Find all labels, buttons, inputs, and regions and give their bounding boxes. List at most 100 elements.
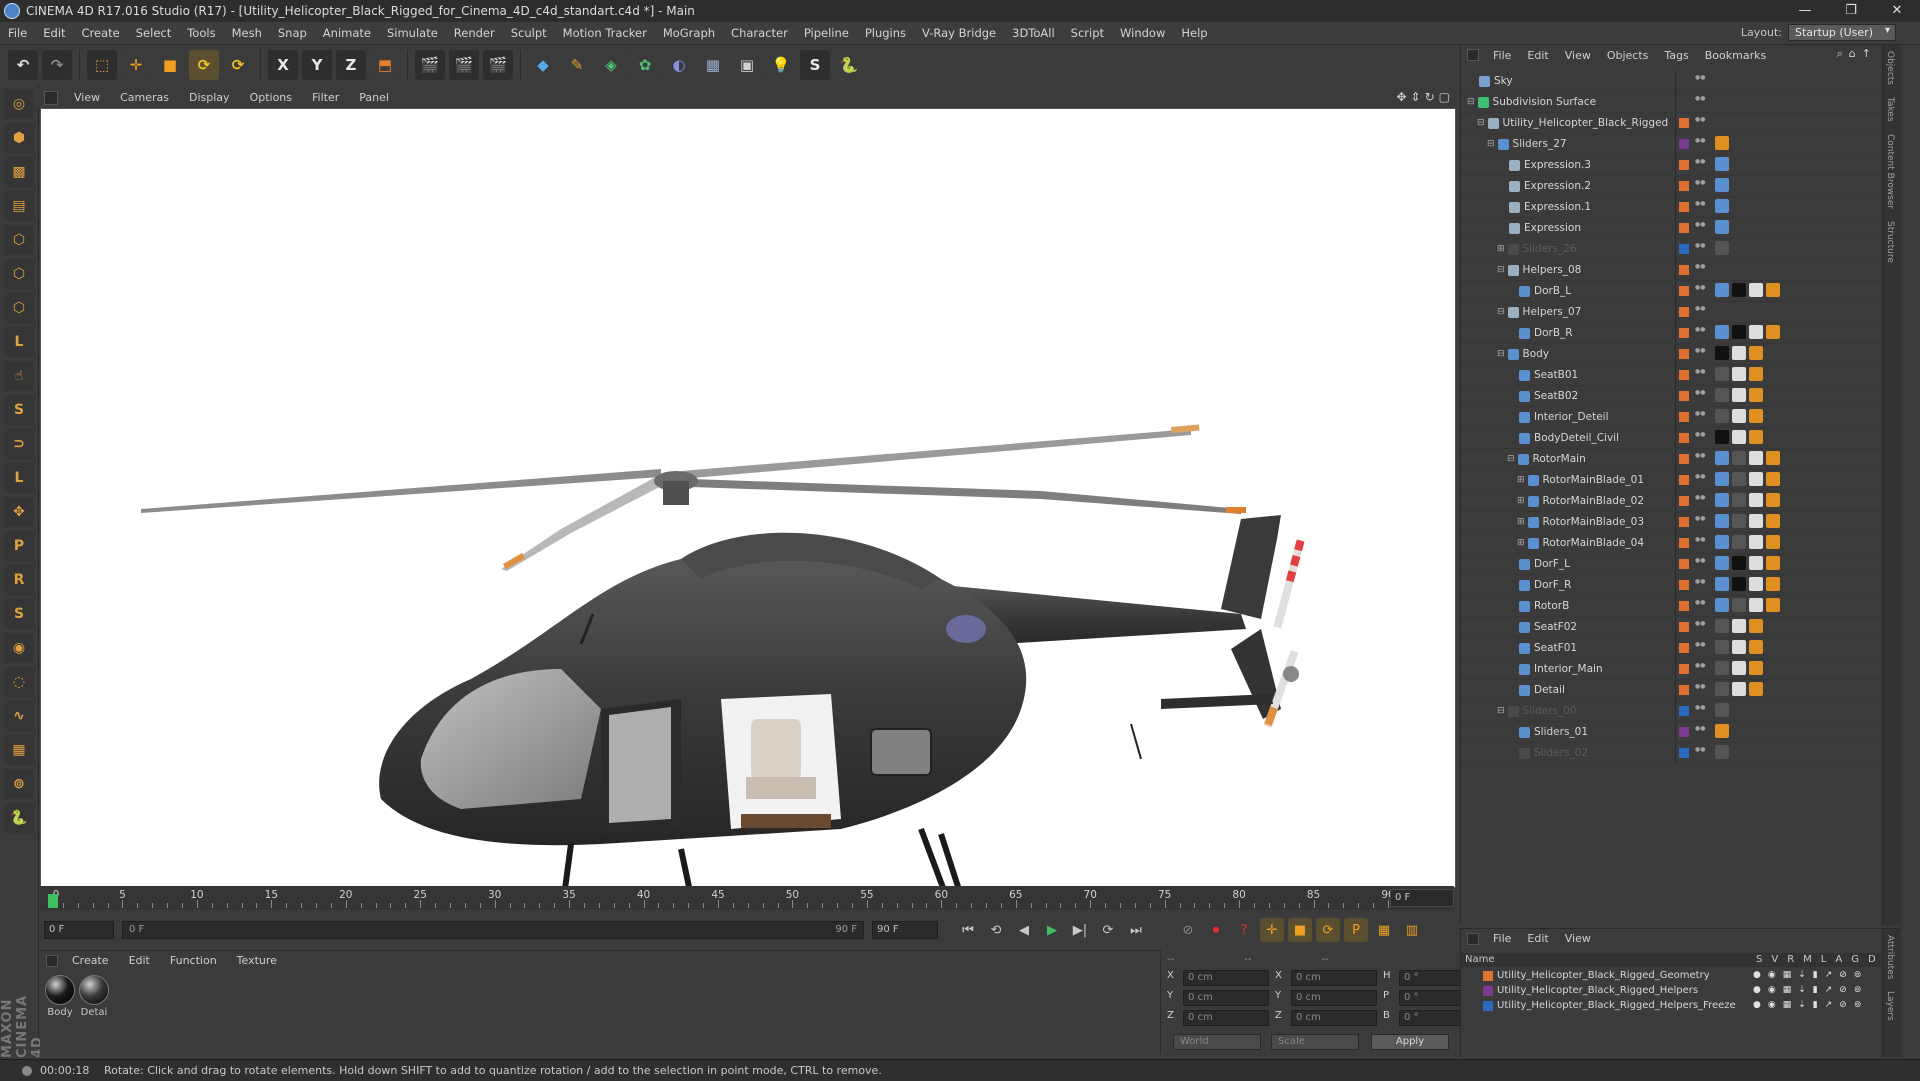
go-to-end-icon[interactable]: ⏭: [1124, 918, 1148, 942]
layout-select[interactable]: Startup (User): [1788, 24, 1896, 41]
dock-tab-layers[interactable]: Layers: [1883, 985, 1897, 1027]
play-forward-icon[interactable]: ▶: [1040, 918, 1064, 942]
render-settings-icon[interactable]: 🎬: [483, 50, 513, 80]
light-icon[interactable]: 💡: [766, 50, 796, 80]
visibility-dots-icon[interactable]: ●●: [1695, 389, 1705, 396]
coordinate-field[interactable]: 0 cm: [1291, 1010, 1377, 1026]
tag-icon[interactable]: [1732, 325, 1746, 339]
material-menu-texture[interactable]: Texture: [227, 951, 287, 971]
tag-icon[interactable]: [1715, 199, 1729, 213]
tag-icon[interactable]: [1749, 430, 1763, 444]
visibility-dots-icon[interactable]: ●●: [1695, 95, 1705, 102]
tag-icon[interactable]: [1715, 178, 1729, 192]
expand-toggle-icon[interactable]: ⊟: [1497, 349, 1505, 359]
go-to-previous-key-icon[interactable]: ⟲: [984, 918, 1008, 942]
playhead-marker[interactable]: [48, 894, 58, 908]
viewport-handle-icon[interactable]: [44, 91, 58, 105]
scale-mode-select[interactable]: Scale: [1271, 1034, 1359, 1050]
tag-icon[interactable]: [1715, 745, 1729, 759]
visibility-dots-icon[interactable]: ●●: [1695, 431, 1705, 438]
object-row[interactable]: Sliders_02 ●●: [1461, 743, 1901, 764]
record-active-objects-icon[interactable]: ⏺: [1204, 918, 1228, 942]
layer-color-swatch[interactable]: [1483, 986, 1493, 996]
layer-flag-icon[interactable]: ▮: [1813, 970, 1818, 980]
sculpt-flatten-icon[interactable]: ◌: [4, 667, 34, 697]
layer-flag-icon[interactable]: ↗: [1825, 970, 1833, 980]
next-frame-icon[interactable]: ▶|: [1068, 918, 1092, 942]
tag-icon[interactable]: [1766, 598, 1780, 612]
tag-icon[interactable]: [1749, 388, 1763, 402]
layer-color-swatch[interactable]: [1679, 118, 1689, 128]
layer-flag-icon[interactable]: ⊚: [1854, 1000, 1862, 1010]
key-scale-icon[interactable]: ■: [1288, 918, 1312, 942]
redo-icon[interactable]: ↷: [42, 50, 72, 80]
layer-row[interactable]: Utility_Helicopter_Black_Rigged_Helpers ●…: [1461, 984, 1881, 999]
tag-icon[interactable]: [1715, 430, 1729, 444]
home-icon[interactable]: ⌂: [1849, 47, 1856, 61]
layer-flag-icon[interactable]: ▮: [1813, 1000, 1818, 1010]
layer-color-swatch[interactable]: [1679, 685, 1689, 695]
layer-color-swatch[interactable]: [1679, 517, 1689, 527]
dock-tab-takes[interactable]: Takes: [1883, 91, 1897, 128]
visibility-dots-icon[interactable]: ●●: [1695, 284, 1705, 291]
layer-color-swatch[interactable]: [1679, 727, 1689, 737]
object-row[interactable]: Detail ●●: [1461, 680, 1901, 701]
layer-color-swatch[interactable]: [1679, 139, 1689, 149]
tag-icon[interactable]: [1715, 409, 1729, 423]
tag-icon[interactable]: [1715, 493, 1729, 507]
snap-icon[interactable]: S: [4, 395, 34, 425]
visibility-dots-icon[interactable]: ●●: [1695, 494, 1705, 501]
make-editable-icon[interactable]: ◎: [4, 89, 34, 119]
layer-color-swatch[interactable]: [1679, 538, 1689, 548]
tag-icon[interactable]: [1732, 682, 1746, 696]
tag-icon[interactable]: [1766, 325, 1780, 339]
expand-toggle-icon[interactable]: ⊟: [1497, 265, 1505, 275]
x-axis-lock[interactable]: X: [268, 50, 298, 80]
material-menu-edit[interactable]: Edit: [119, 951, 160, 971]
layer-flag-icon[interactable]: ⊚: [1854, 970, 1862, 980]
polygons-mode-icon[interactable]: ⬡: [4, 293, 34, 323]
layer-color-swatch[interactable]: [1679, 223, 1689, 233]
cloner-icon[interactable]: ✿: [630, 50, 660, 80]
viewport-menu-view[interactable]: View: [64, 88, 110, 108]
sculpt-pull-icon[interactable]: P: [4, 531, 34, 561]
tag-icon[interactable]: [1766, 451, 1780, 465]
coordinate-space-select[interactable]: World: [1173, 1034, 1261, 1050]
expand-toggle-icon[interactable]: ⊟: [1467, 97, 1475, 107]
visibility-dots-icon[interactable]: ●●: [1695, 536, 1705, 543]
object-row[interactable]: Expression.2 ●●: [1461, 176, 1901, 197]
tag-icon[interactable]: [1715, 346, 1729, 360]
tag-icon[interactable]: [1749, 346, 1763, 360]
tag-icon[interactable]: [1749, 619, 1763, 633]
layer-color-swatch[interactable]: [1679, 328, 1689, 338]
model-mode-icon[interactable]: ⬢: [4, 123, 34, 153]
viewport-menu-filter[interactable]: Filter: [302, 88, 349, 108]
tag-icon[interactable]: [1749, 325, 1763, 339]
go-to-start-icon[interactable]: ⏮: [956, 918, 980, 942]
tag-icon[interactable]: [1766, 472, 1780, 486]
rotate-icon[interactable]: ⟳: [189, 50, 219, 80]
tag-icon[interactable]: [1766, 535, 1780, 549]
coordinate-field[interactable]: 0 cm: [1183, 990, 1269, 1006]
viewport-menu-cameras[interactable]: Cameras: [110, 88, 179, 108]
layer-row[interactable]: Utility_Helicopter_Black_Rigged_Geometry…: [1461, 969, 1881, 984]
layer-color-swatch[interactable]: [1679, 160, 1689, 170]
expand-toggle-icon[interactable]: ⊞: [1517, 517, 1525, 527]
tag-icon[interactable]: [1732, 535, 1746, 549]
deformer-icon[interactable]: ◐: [664, 50, 694, 80]
layer-color-swatch[interactable]: [1679, 748, 1689, 758]
sketch-icon[interactable]: S: [800, 50, 830, 80]
key-position-icon[interactable]: ✛: [1260, 918, 1284, 942]
search-icon[interactable]: ⌕: [1837, 47, 1843, 61]
visibility-dots-icon[interactable]: ●●: [1695, 305, 1705, 312]
key-rotation-icon[interactable]: ⟳: [1316, 918, 1340, 942]
layer-flag-icon[interactable]: ⊘: [1839, 985, 1847, 995]
layer-color-swatch[interactable]: [1679, 433, 1689, 443]
cube-icon[interactable]: ◆: [528, 50, 558, 80]
z-axis-lock[interactable]: Z: [336, 50, 366, 80]
tag-icon[interactable]: [1749, 283, 1763, 297]
close-button[interactable]: ✕: [1874, 0, 1920, 22]
panel-handle-icon[interactable]: [1467, 49, 1479, 61]
apply-button[interactable]: Apply: [1371, 1034, 1449, 1050]
visibility-dots-icon[interactable]: ●●: [1695, 683, 1705, 690]
